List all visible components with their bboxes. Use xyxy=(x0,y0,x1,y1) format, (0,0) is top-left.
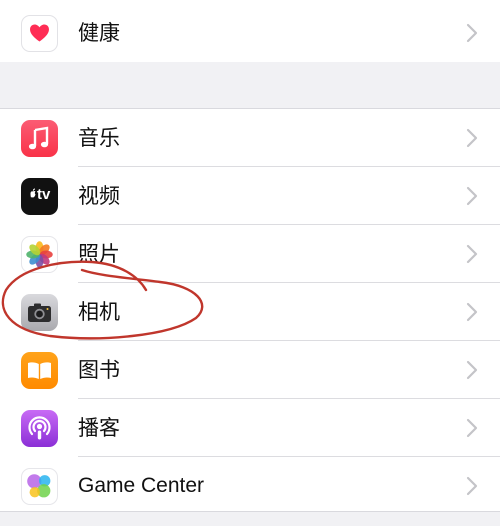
chevron-right-icon xyxy=(466,418,478,438)
settings-row-game-center[interactable]: Game Center xyxy=(0,457,500,515)
settings-row-label: 播客 xyxy=(78,416,120,440)
tv-icon-text: tv xyxy=(37,186,51,203)
chevron-right-icon xyxy=(466,186,478,206)
music-icon xyxy=(21,120,58,157)
tv-icon: tv xyxy=(21,178,58,215)
settings-row-music[interactable]: 音乐 xyxy=(0,109,500,167)
chevron-right-icon xyxy=(466,302,478,322)
settings-row-label: 健康 xyxy=(78,21,120,45)
settings-row-books[interactable]: 图书 xyxy=(0,341,500,399)
settings-group-media: 音乐 tv 视频 照片 相机 图书 播客 Game Center xyxy=(0,108,500,512)
camera-icon xyxy=(21,294,58,331)
settings-row-label: Game Center xyxy=(78,474,205,497)
game-center-icon xyxy=(21,468,58,505)
settings-row-camera[interactable]: 相机 xyxy=(0,283,500,341)
chevron-right-icon xyxy=(466,128,478,148)
photos-icon xyxy=(21,236,58,273)
settings-row-label: 音乐 xyxy=(78,126,120,150)
settings-row-photos[interactable]: 照片 xyxy=(0,225,500,283)
podcasts-icon xyxy=(21,410,58,447)
chevron-right-icon xyxy=(466,360,478,380)
settings-group-health: 健康 xyxy=(0,0,500,62)
chevron-right-icon xyxy=(466,23,478,43)
settings-row-label: 照片 xyxy=(78,242,120,266)
health-icon xyxy=(21,15,58,52)
books-icon xyxy=(21,352,58,389)
settings-row-tv[interactable]: tv 视频 xyxy=(0,167,500,225)
settings-row-label: 相机 xyxy=(78,300,120,324)
chevron-right-icon xyxy=(466,476,478,496)
chevron-right-icon xyxy=(466,244,478,264)
settings-row-label: 视频 xyxy=(78,184,120,208)
settings-row-podcasts[interactable]: 播客 xyxy=(0,399,500,457)
settings-row-label: 图书 xyxy=(78,358,120,382)
settings-row-health[interactable]: 健康 xyxy=(0,4,500,62)
